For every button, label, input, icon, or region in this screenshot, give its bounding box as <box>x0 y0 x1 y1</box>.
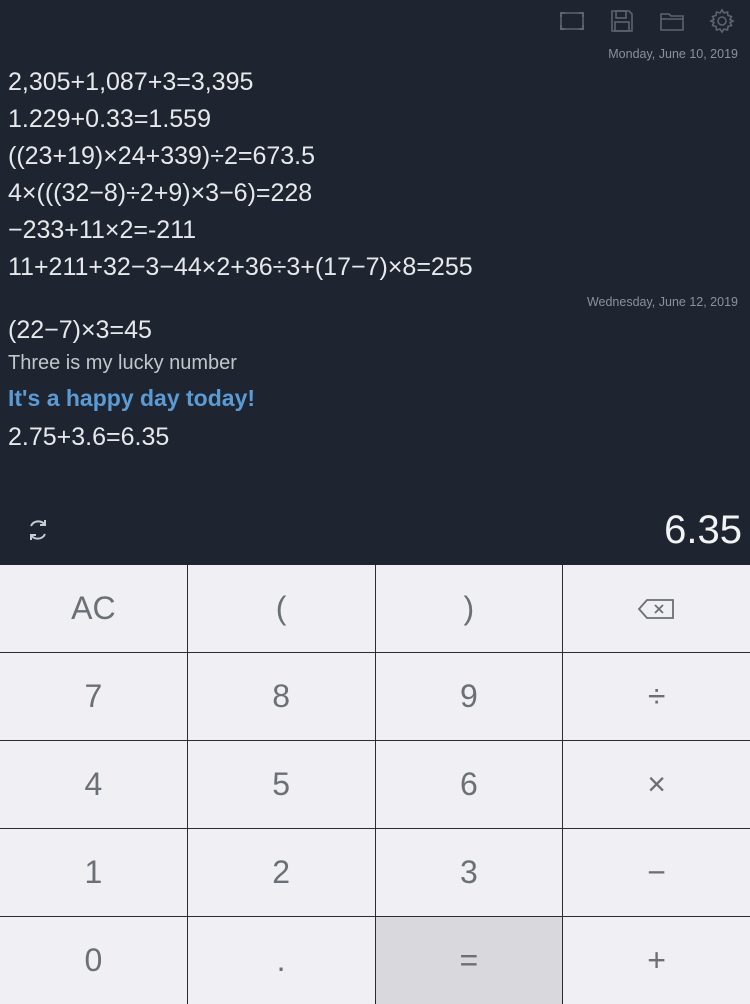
backspace-icon <box>637 598 674 619</box>
history-line[interactable]: 2.75+3.6=6.35 <box>0 419 750 456</box>
history-line[interactable]: (22−7)×3=45 <box>0 312 750 349</box>
keypad: AC ( ) 7 8 9 ÷ 4 5 6 × 1 2 3 − 0 . = + <box>0 565 750 1004</box>
digit-7-button[interactable]: 7 <box>0 653 187 740</box>
refresh-icon[interactable] <box>22 514 54 546</box>
history-line[interactable]: 11+211+32−3−44×2+36÷3+(17−7)×8=255 <box>0 249 750 286</box>
digit-2-button[interactable]: 2 <box>187 829 375 916</box>
history-line[interactable]: 4×(((32−8)÷2+9)×3−6)=228 <box>0 175 750 212</box>
minus-button[interactable]: − <box>563 829 750 916</box>
digit-0-button[interactable]: 0 <box>0 917 187 1004</box>
folder-icon[interactable] <box>658 7 686 35</box>
fullscreen-icon[interactable] <box>558 7 586 35</box>
plus-button[interactable]: + <box>563 917 750 1004</box>
digit-3-button[interactable]: 3 <box>375 829 563 916</box>
digit-4-button[interactable]: 4 <box>0 741 187 828</box>
toolbar <box>558 6 736 36</box>
open-paren-button[interactable]: ( <box>187 565 375 652</box>
result-display: 6.35 <box>664 508 742 552</box>
decimal-button[interactable]: . <box>187 917 375 1004</box>
clear-button[interactable]: AC <box>0 565 187 652</box>
digit-1-button[interactable]: 1 <box>0 829 187 916</box>
history-list: Monday, June 10, 2019 2,305+1,087+3=3,39… <box>0 44 750 456</box>
history-line[interactable]: −233+11×2=-211 <box>0 212 750 249</box>
close-paren-button[interactable]: ) <box>375 565 563 652</box>
digit-6-button[interactable]: 6 <box>375 741 563 828</box>
history-line[interactable]: 1.229+0.33=1.559 <box>0 101 750 138</box>
save-icon[interactable] <box>608 7 636 35</box>
history-date: Monday, June 10, 2019 <box>608 47 738 61</box>
history-note-highlighted[interactable]: It's a happy day today! <box>0 377 750 419</box>
multiply-button[interactable]: × <box>563 741 750 828</box>
digit-9-button[interactable]: 9 <box>375 653 563 740</box>
backspace-button[interactable] <box>563 565 750 652</box>
history-date: Wednesday, June 12, 2019 <box>586 295 738 309</box>
equals-button[interactable]: = <box>375 917 563 1004</box>
history-line[interactable]: ((23+19)×24+339)÷2=673.5 <box>0 138 750 175</box>
digit-5-button[interactable]: 5 <box>187 741 375 828</box>
digit-8-button[interactable]: 8 <box>187 653 375 740</box>
history-note[interactable]: Three is my lucky number <box>0 349 750 377</box>
gear-icon[interactable] <box>708 7 736 35</box>
history-line[interactable]: 2,305+1,087+3=3,395 <box>0 64 750 101</box>
divide-button[interactable]: ÷ <box>563 653 750 740</box>
